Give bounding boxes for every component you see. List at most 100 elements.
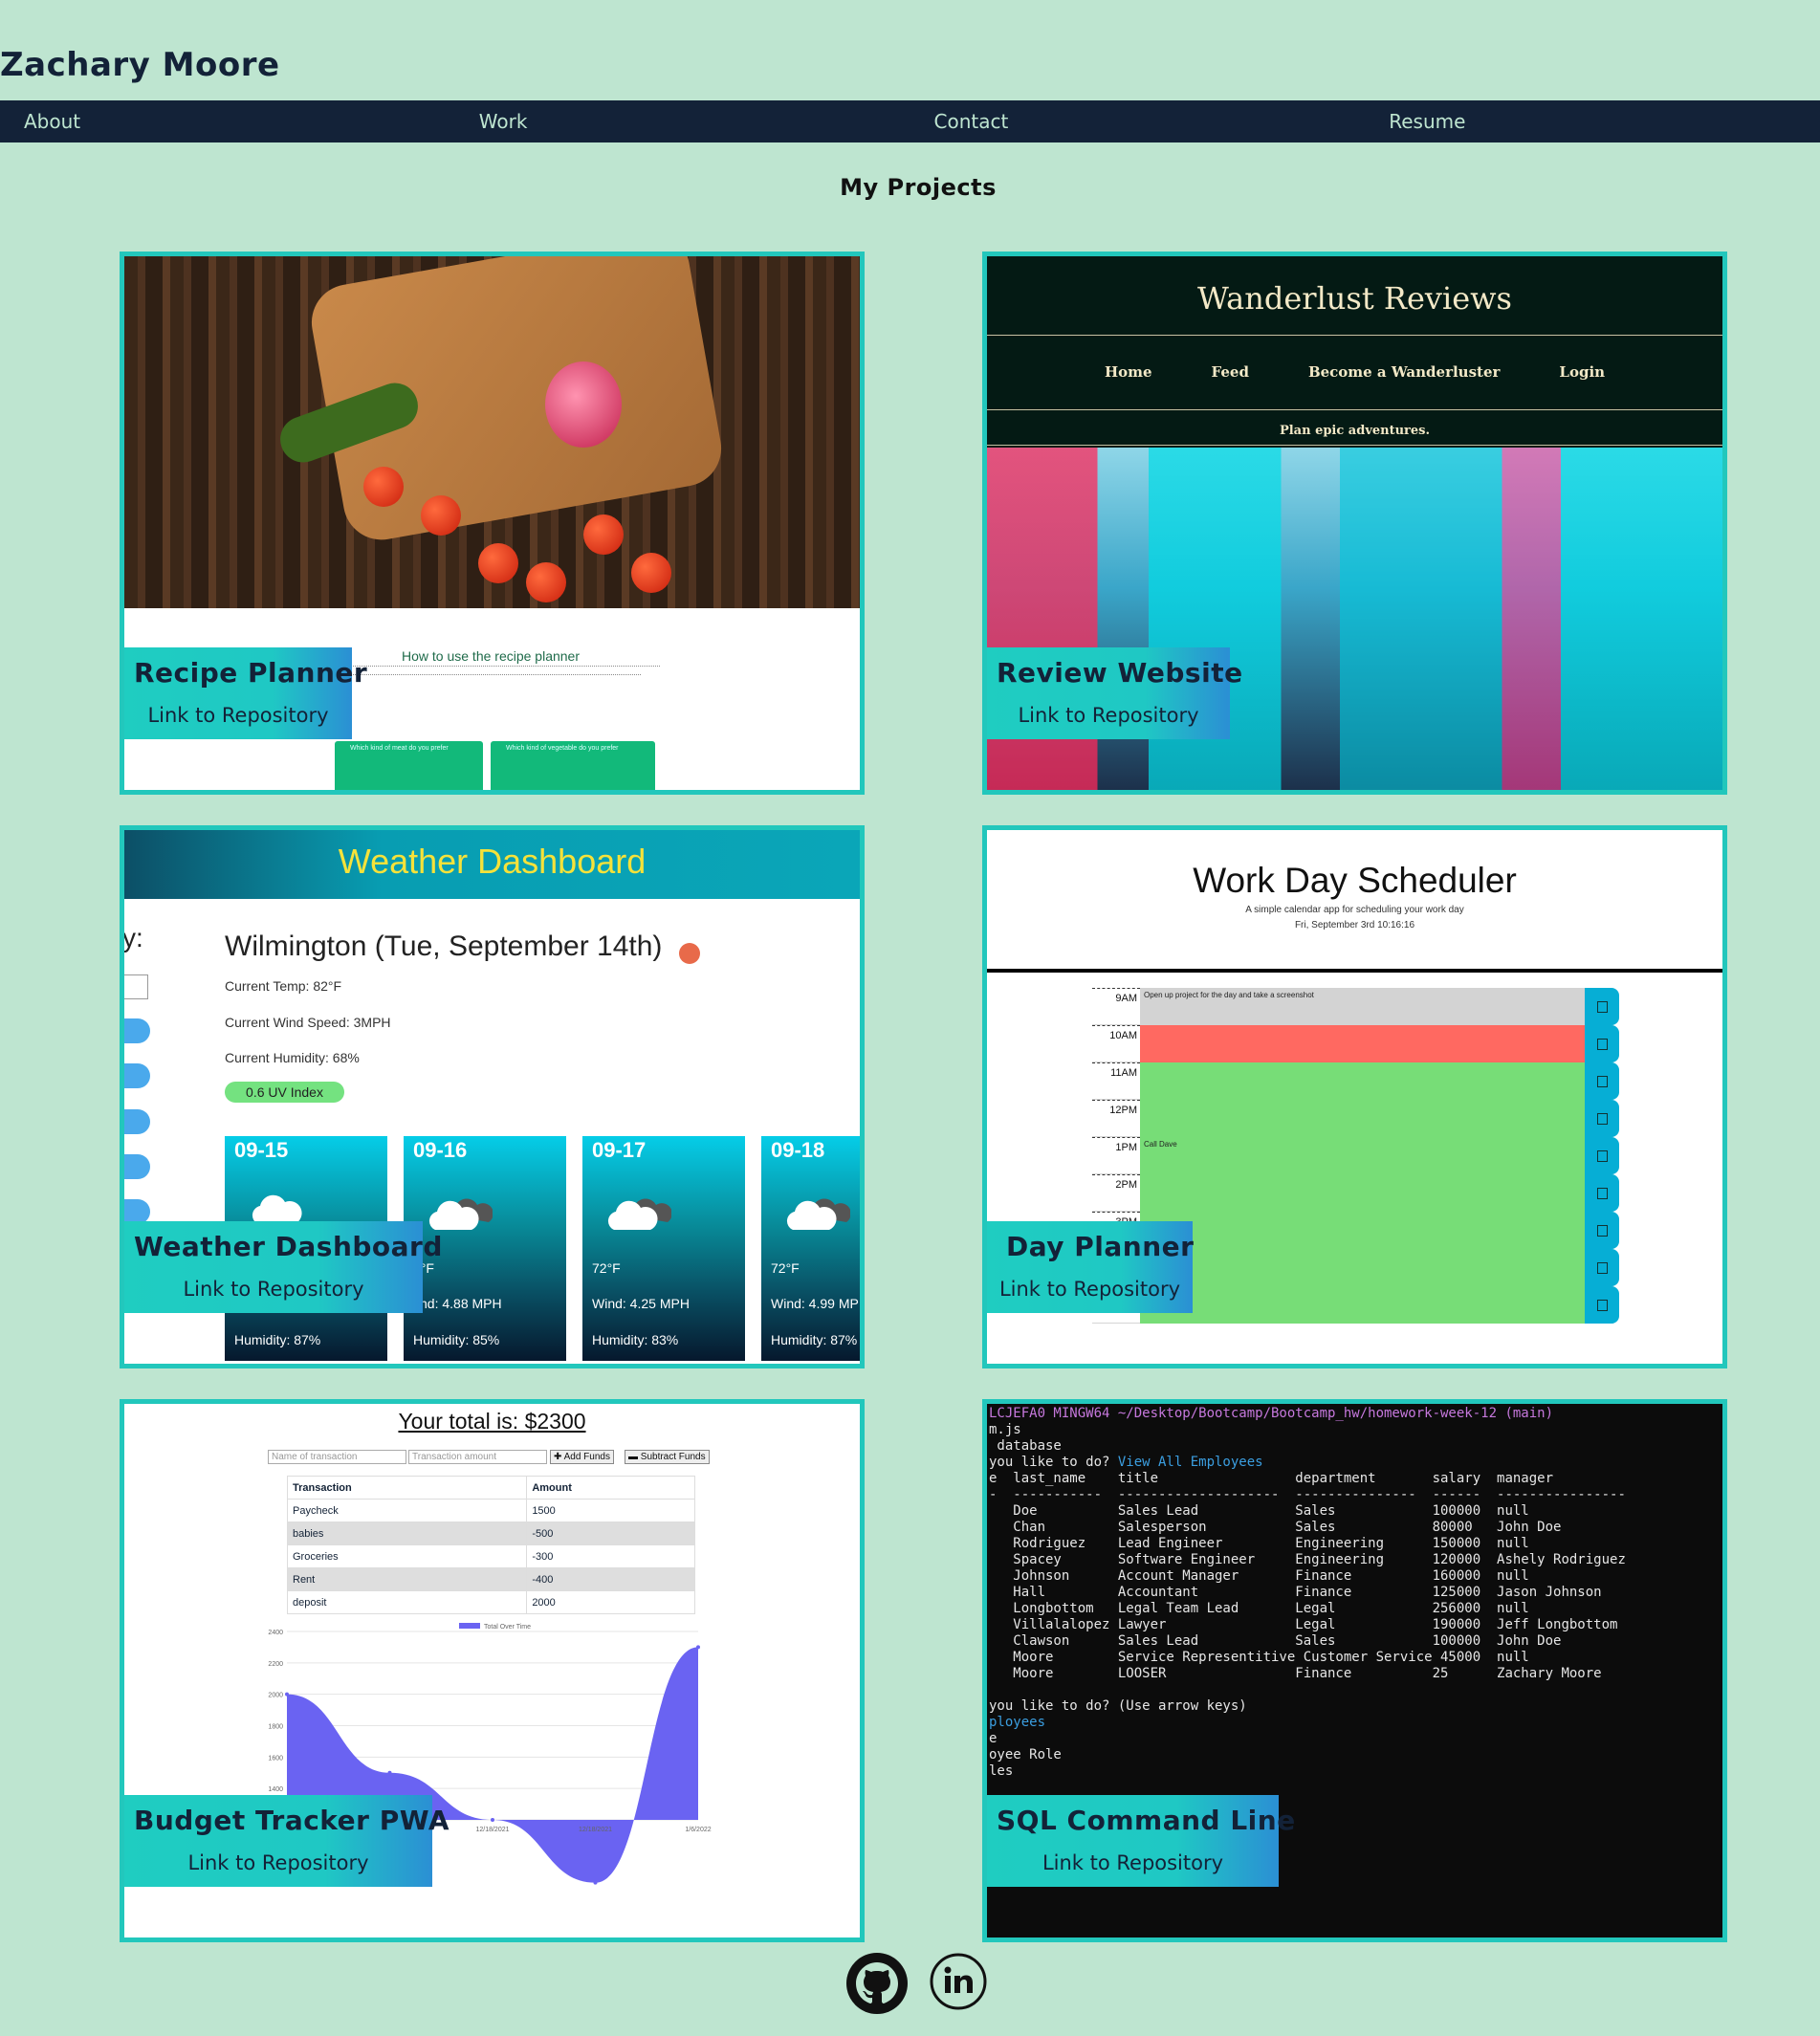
- history-button: [124, 1154, 150, 1179]
- wl-nav-feed: Feed: [1211, 363, 1249, 381]
- terminal-line: Hall Accountant Finance 125000 Jason Joh…: [989, 1585, 1602, 1600]
- hour-label: 1PM: [1092, 1137, 1140, 1174]
- repository-link[interactable]: Link to Repository: [134, 1851, 423, 1874]
- time-block-row: 1PM Call Dave: [1092, 1137, 1619, 1174]
- project-label: Review Website Link to Repository: [987, 647, 1242, 739]
- scheduler-date: Fri, September 3rd 10:16:16: [1294, 920, 1415, 930]
- save-icon: [1585, 1212, 1619, 1249]
- tomato-image: [526, 562, 566, 602]
- project-title: Day Planner: [1006, 1231, 1195, 1262]
- save-icon: [1585, 1249, 1619, 1286]
- tomato-image: [421, 495, 461, 536]
- wl-nav-home: Home: [1104, 363, 1152, 381]
- main-nav: About Work Contact Resume: [0, 100, 1820, 142]
- cloudy-icon: [428, 1198, 493, 1230]
- radish-image: [545, 361, 622, 448]
- nav-contact[interactable]: Contact: [910, 100, 1366, 142]
- project-card-sql-command-line[interactable]: LCJEFA0 MINGW64 ~/Desktop/Bootcamp/Bootc…: [982, 1399, 1727, 1942]
- y-tick-label: 1400: [268, 1786, 283, 1793]
- project-title: SQL Command Line: [997, 1805, 1296, 1836]
- cloudy-icon: [786, 1198, 850, 1230]
- terminal-line: Johnson Account Manager Finance 160000 n…: [989, 1568, 1529, 1584]
- terminal-line: Rodriguez Lead Engineer Engineering 1500…: [989, 1536, 1529, 1551]
- hour-label: 12PM: [1092, 1100, 1140, 1137]
- data-point: [593, 1880, 598, 1885]
- site-title: Zachary Moore: [0, 46, 280, 84]
- forecast-card: 09-18 72°F Wind: 4.99 MP Humidity: 87%: [761, 1136, 860, 1361]
- project-card-budget-tracker[interactable]: Your total is: $2300 Name of transaction…: [120, 1399, 865, 1942]
- terminal-line: Chan Salesperson Sales 80000 John Doe: [989, 1520, 1562, 1535]
- weather-city: Wilmington (Tue, September 14th): [225, 930, 663, 962]
- project-title: Weather Dashboard: [134, 1231, 443, 1262]
- tomato-image: [583, 514, 624, 555]
- terminal-line: database: [989, 1438, 1062, 1454]
- project-title: Budget Tracker PWA: [134, 1805, 450, 1836]
- wanderlust-tagline: Plan epic adventures.: [1279, 424, 1431, 438]
- project-label: Recipe Planner Link to Repository: [124, 647, 368, 739]
- wanderlust-title: Wanderlust Reviews: [1197, 280, 1512, 317]
- event-text: [1140, 1025, 1585, 1062]
- repository-link[interactable]: Link to Repository: [134, 1278, 413, 1301]
- repository-link[interactable]: Link to Repository: [134, 704, 342, 727]
- x-tick-label: 12/18/2021: [579, 1827, 612, 1833]
- project-card-weather-dashboard[interactable]: Weather Dashboard y: Wilmington (Tue, Se…: [120, 825, 865, 1368]
- time-block-row: 2PM: [1092, 1174, 1619, 1212]
- project-card-recipe-planner[interactable]: How to use the recipe planner Which kind…: [120, 252, 865, 795]
- save-icon: [1585, 1286, 1619, 1324]
- scheduler-subtitle: A simple calendar app for scheduling you…: [1245, 905, 1464, 915]
- wl-nav-login: Login: [1559, 363, 1606, 381]
- projects-heading: My Projects: [840, 174, 997, 201]
- tomato-image: [478, 543, 518, 583]
- y-tick-label: 2000: [268, 1693, 283, 1699]
- event-text: [1140, 1062, 1585, 1100]
- nav-work[interactable]: Work: [455, 100, 910, 142]
- terminal-prompt: LCJEFA0 MINGW64 ~/Desktop/Bootcamp/Bootc…: [989, 1406, 1554, 1421]
- vegetable-preference-box: Which kind of vegetable do you prefer: [491, 741, 655, 790]
- tomato-image: [631, 553, 671, 593]
- time-block-row: 11AM: [1092, 1062, 1619, 1100]
- forecast-card: 09-17 72°F Wind: 4.25 MPH Humidity: 83%: [582, 1136, 745, 1361]
- terminal-line: Doe Sales Lead Sales 100000 null: [989, 1503, 1529, 1519]
- terminal-line: les: [989, 1763, 1014, 1779]
- project-card-day-planner[interactable]: Work Day Scheduler A simple calendar app…: [982, 825, 1727, 1368]
- repository-link[interactable]: Link to Repository: [997, 1278, 1183, 1301]
- nav-about[interactable]: About: [0, 100, 455, 142]
- time-block-row: 9AM Open up project for the day and take …: [1092, 988, 1619, 1025]
- y-tick-label: 2200: [268, 1661, 283, 1668]
- repository-link[interactable]: Link to Repository: [997, 704, 1220, 727]
- terminal-line: Clawson Sales Lead Sales 100000 John Doe: [989, 1633, 1562, 1649]
- terminal-line: Longbottom Legal Team Lead Legal 256000 …: [989, 1601, 1529, 1616]
- terminal-line: Moore LOOSER Finance 25 Zachary Moore: [989, 1666, 1602, 1681]
- repository-link[interactable]: Link to Repository: [997, 1851, 1269, 1874]
- terminal-line: e last_name title department salary mana…: [989, 1471, 1554, 1486]
- event-text: [1140, 1249, 1585, 1286]
- project-label: Weather Dashboard Link to Repository: [124, 1221, 443, 1313]
- time-block-row: 12PM: [1092, 1100, 1619, 1137]
- nav-resume[interactable]: Resume: [1365, 100, 1820, 142]
- y-tick-label: 1800: [268, 1724, 283, 1731]
- save-icon: [1585, 1100, 1619, 1137]
- history-button: [124, 1018, 150, 1043]
- terminal-line: - ----------- -------------------- -----…: [989, 1487, 1626, 1502]
- linkedin-icon[interactable]: [930, 1953, 987, 2010]
- save-icon: [1585, 1137, 1619, 1174]
- recipe-heading: How to use the recipe planner: [402, 648, 580, 664]
- current-temp: Current Temp: 82°F: [225, 978, 342, 994]
- project-title: Recipe Planner: [134, 657, 368, 689]
- project-label: Budget Tracker PWA Link to Repository: [124, 1795, 450, 1887]
- hour-label: 11AM: [1092, 1062, 1140, 1100]
- project-card-review-website[interactable]: Wanderlust Reviews Home Feed Become a Wa…: [982, 252, 1727, 795]
- y-tick-label: 2400: [268, 1630, 283, 1636]
- hour-label: 9AM: [1092, 988, 1140, 1025]
- terminal-line: e: [989, 1731, 998, 1746]
- terminal-line: m.js: [989, 1422, 1021, 1437]
- save-icon: [1585, 1025, 1619, 1062]
- event-text: Call Dave: [1140, 1137, 1585, 1174]
- project-label: Day Planner Link to Repository: [987, 1221, 1195, 1313]
- github-icon[interactable]: [846, 1953, 908, 2014]
- weather-search-label: y:: [124, 923, 143, 952]
- hour-label: 2PM: [1092, 1174, 1140, 1212]
- save-icon: [1585, 1174, 1619, 1212]
- current-humidity: Current Humidity: 68%: [225, 1050, 360, 1065]
- terminal-line: Spacey Software Engineer Engineering 120…: [989, 1552, 1626, 1567]
